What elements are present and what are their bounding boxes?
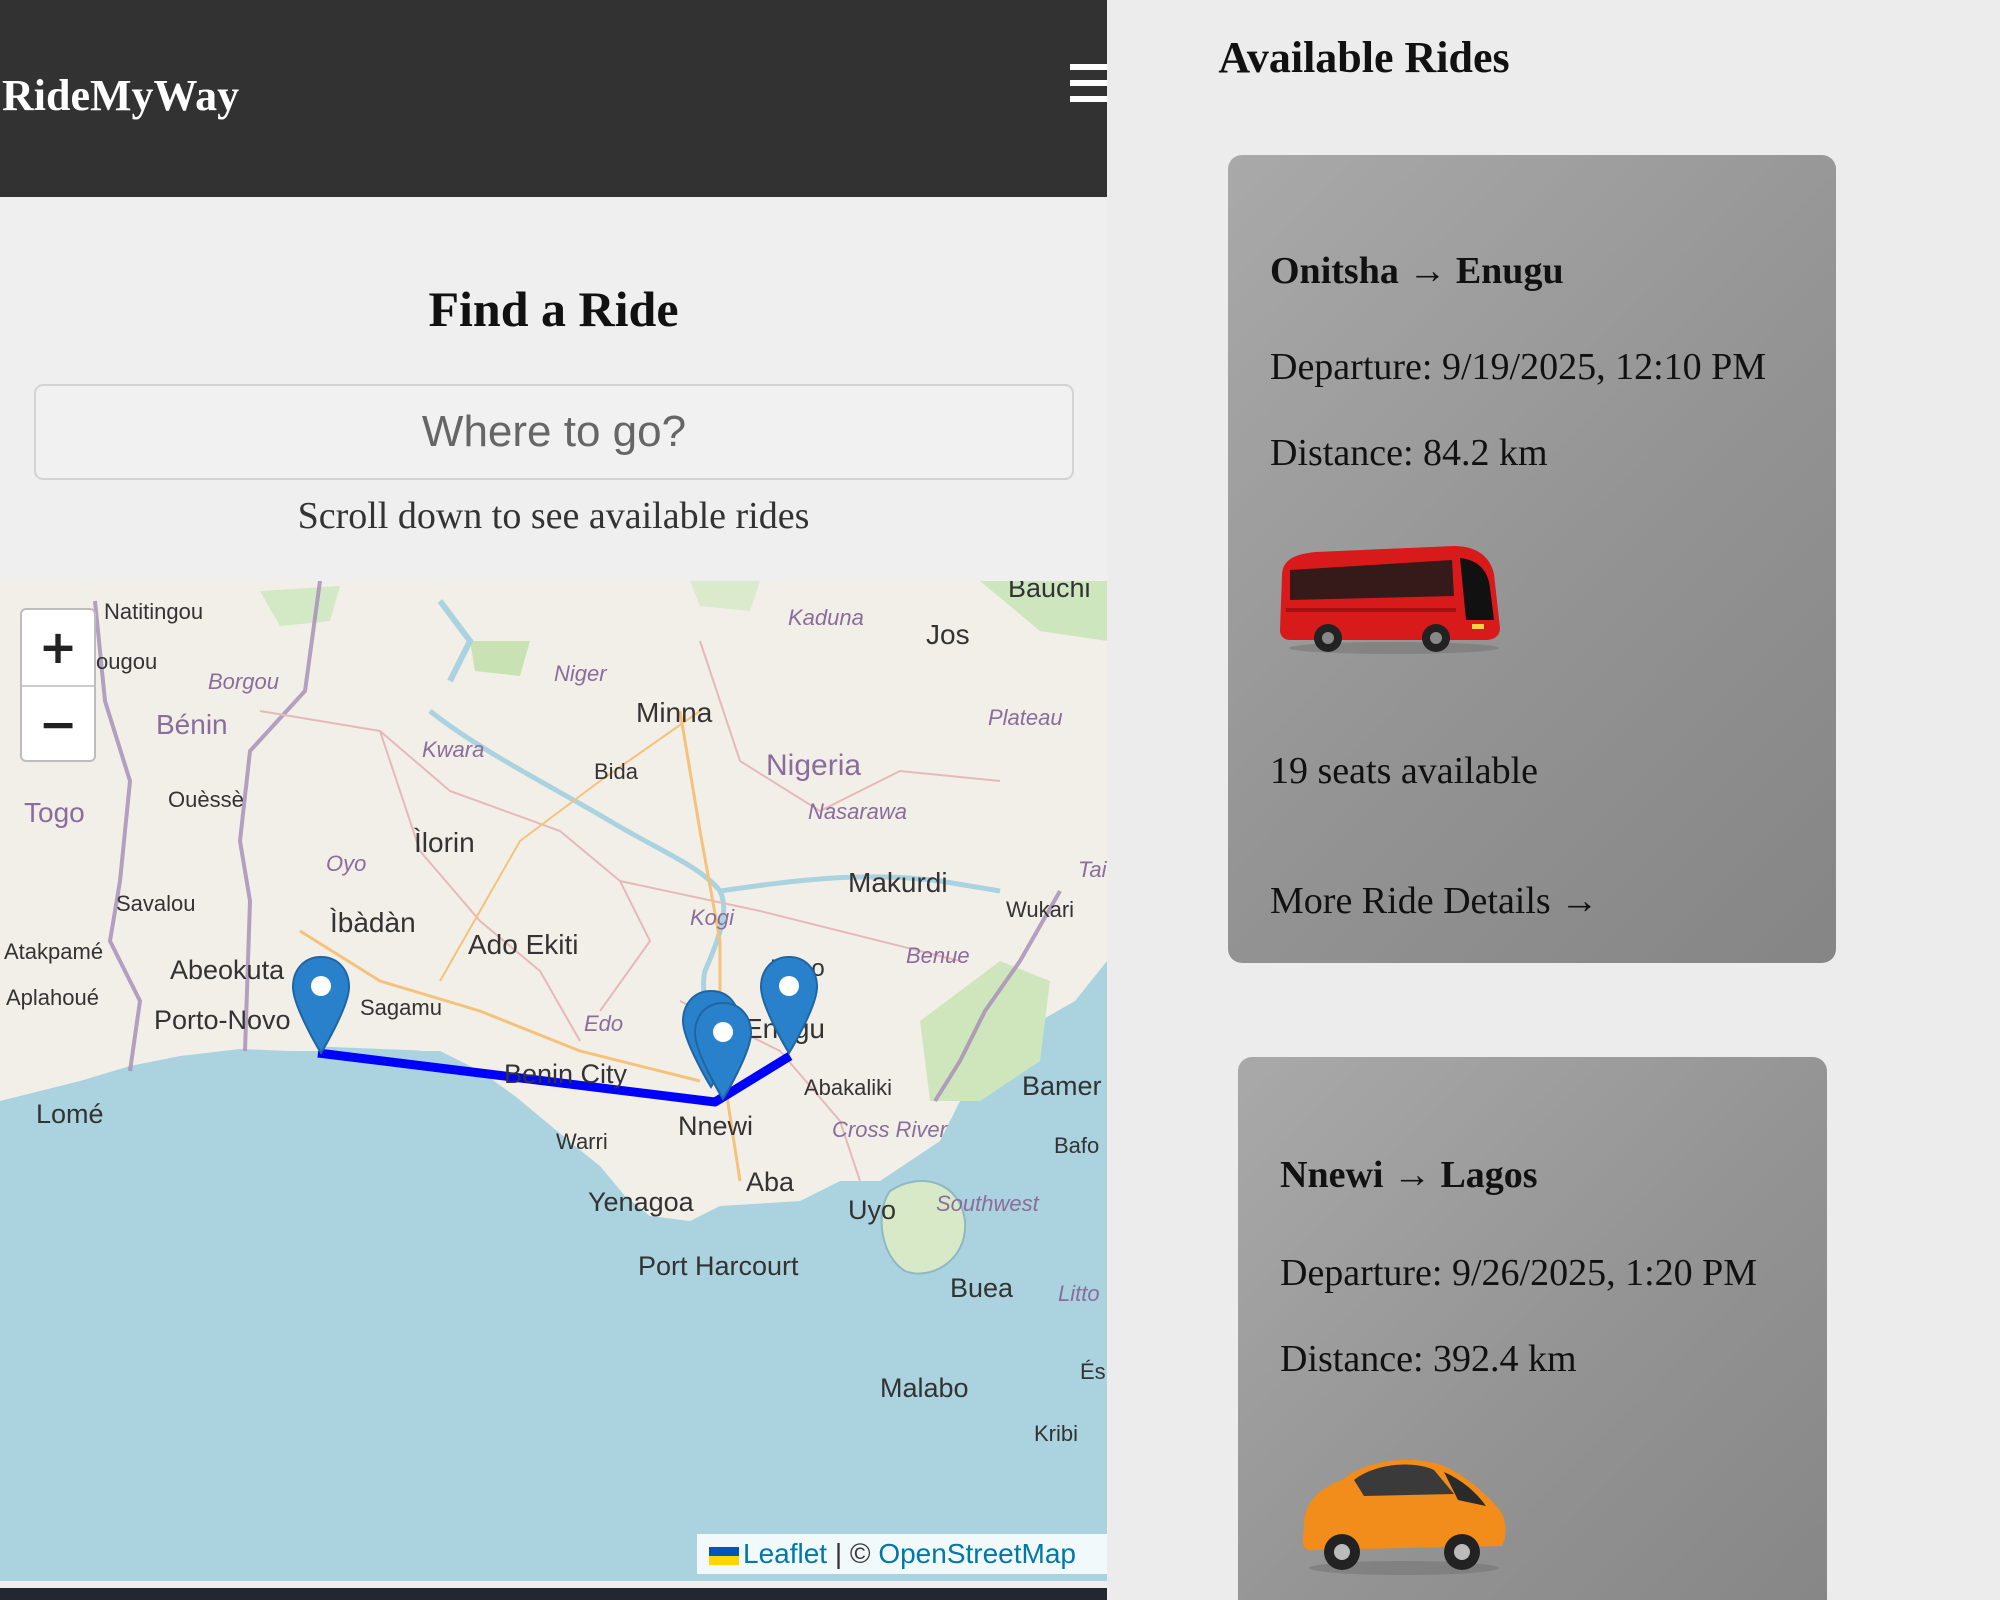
- map-label: Bauchi: [1008, 581, 1091, 603]
- map-label: Abeokuta: [170, 955, 285, 985]
- leaflet-link[interactable]: Leaflet: [743, 1538, 827, 1569]
- map-label: És: [1080, 1359, 1106, 1384]
- map-label: Aplahoué: [6, 985, 99, 1010]
- ride-distance: Distance: 392.4 km: [1280, 1338, 1577, 1380]
- scroll-hint: Scroll down to see available rides: [297, 495, 810, 537]
- map-label: Yenagoa: [588, 1187, 694, 1217]
- find-ride-title: Find a Ride: [428, 281, 679, 337]
- map-label: Malabo: [880, 1373, 969, 1403]
- zoom-control: + −: [20, 608, 96, 762]
- map-label: Abakaliki: [804, 1075, 893, 1100]
- ride-departure: Departure: 9/19/2025, 12:10 PM: [1270, 346, 1767, 388]
- map-label: Lomé: [36, 1099, 104, 1129]
- map-attribution: Leaflet | © OpenStreetMap: [697, 1534, 1107, 1574]
- map-label: Minna: [636, 697, 713, 728]
- attribution-separator: | ©: [834, 1538, 871, 1569]
- map-label: Borgou: [208, 669, 279, 694]
- map-label: Bafo: [1054, 1133, 1100, 1158]
- map-label: Benin City: [504, 1059, 628, 1089]
- map-label: Niger: [554, 661, 607, 686]
- map-label: Cross River: [832, 1117, 947, 1142]
- map-label: Makurdi: [848, 867, 948, 898]
- map-label: Nasarawa: [808, 799, 908, 824]
- map-label: Wukari: [1006, 897, 1075, 922]
- map-label: Plateau: [988, 705, 1063, 730]
- map-label: Bénin: [156, 709, 228, 740]
- zoom-in-button[interactable]: +: [22, 610, 94, 687]
- map-label: Southwest: [936, 1191, 1039, 1216]
- ride-card[interactable]: Nnewi → Lagos Departure: 9/26/2025, 1:20…: [1238, 1057, 1827, 1600]
- brand-logo[interactable]: RideMyWay: [2, 70, 239, 121]
- bus-icon: [1280, 546, 1500, 654]
- seats-available: 19 seats available: [1270, 750, 1539, 792]
- destination-search-input[interactable]: [34, 384, 1074, 480]
- map-label: Ìbàdàn: [330, 907, 416, 938]
- car-icon: [1302, 1459, 1506, 1575]
- map-label: Sagamu: [360, 995, 442, 1020]
- map-label: Uyo: [848, 1195, 897, 1225]
- main-panel: RideMyWay Find a Ride Scroll down to see…: [0, 0, 1107, 1600]
- map-label: Jos: [926, 619, 970, 650]
- map-label: Warri: [556, 1129, 608, 1154]
- map-label: Port Harcourt: [638, 1251, 799, 1281]
- map-label: Ouèssè: [168, 787, 244, 812]
- ride-card[interactable]: Onitsha → Enugu Departure: 9/19/2025, 12…: [1228, 155, 1836, 963]
- map-label: Aba: [746, 1167, 795, 1197]
- map-label: Togo: [24, 797, 85, 828]
- map-label: Benue: [906, 943, 970, 968]
- map-label: Atakpamé: [4, 939, 104, 964]
- map-label: Nnewi: [678, 1111, 754, 1141]
- ride-distance: Distance: 84.2 km: [1270, 432, 1548, 474]
- map-marker-icon[interactable]: [692, 1001, 754, 1101]
- rides-panel: Available Rides Onitsha → Enugu Departur…: [1107, 0, 2000, 1600]
- map-label: ougou: [96, 649, 158, 674]
- map-view[interactable]: Natitingou ougou Borgou Bénin Togo Ouèss…: [0, 581, 1107, 1581]
- map-label: Nigeria: [766, 749, 862, 782]
- map-label: Litto: [1058, 1281, 1100, 1306]
- map-label: Porto-Novo: [154, 1005, 291, 1035]
- hamburger-menu-icon[interactable]: [1070, 64, 1107, 110]
- map-label: Kogi: [690, 905, 735, 930]
- top-navbar: RideMyWay: [0, 0, 1107, 197]
- more-ride-details-link[interactable]: More Ride Details →: [1270, 879, 1598, 923]
- ukraine-flag-icon: [709, 1546, 739, 1565]
- map-label: Natitingou: [104, 599, 204, 624]
- map-label: Savalou: [116, 891, 196, 916]
- map-label: Bamer: [1022, 1071, 1102, 1101]
- map-label: Bida: [594, 759, 639, 784]
- available-rides-title: Available Rides: [1218, 33, 1510, 82]
- ride-departure: Departure: 9/26/2025, 1:20 PM: [1280, 1252, 1758, 1294]
- zoom-out-button[interactable]: −: [22, 687, 94, 760]
- map-label: Edo: [584, 1011, 624, 1036]
- map-label: Kribi: [1034, 1421, 1079, 1446]
- osm-link[interactable]: OpenStreetMap: [878, 1538, 1076, 1569]
- map-label: Buea: [950, 1273, 1014, 1303]
- map-label: Kwara: [422, 737, 485, 762]
- bottom-strip: [0, 1588, 1107, 1600]
- map-label: Ìlorin: [414, 827, 475, 858]
- map-marker-icon[interactable]: [290, 955, 352, 1055]
- ride-route: Nnewi → Lagos: [1280, 1154, 1538, 1196]
- map-label: Kaduna: [788, 605, 864, 630]
- map-label: Oyo: [326, 851, 367, 876]
- map-label: Tai: [1078, 857, 1107, 882]
- map-marker-icon[interactable]: [758, 955, 820, 1055]
- ride-route: Onitsha → Enugu: [1270, 250, 1564, 292]
- map-label: Ado Ekiti: [468, 929, 579, 960]
